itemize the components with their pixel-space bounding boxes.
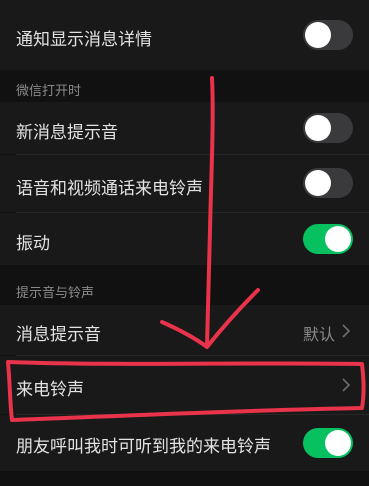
voice-video-ringtone-label: 语音和视频通话来电铃声	[16, 179, 203, 199]
vibrate-toggle[interactable]	[303, 224, 353, 254]
toggle-knob	[325, 226, 351, 252]
voice-video-ringtone-row[interactable]: 语音和视频通话来电铃声	[0, 155, 369, 212]
vibrate-row[interactable]: 振动	[0, 213, 369, 265]
message-sound-value: 默认	[302, 325, 335, 344]
section-title-wechat-open: 微信打开时	[16, 84, 82, 99]
friend-hear-ringtone-row[interactable]: 朋友呼叫我时可听到我的来电铃声	[0, 415, 369, 471]
voice-video-ringtone-toggle[interactable]	[303, 168, 353, 198]
friend-hear-ringtone-label: 朋友呼叫我时可听到我的来电铃声	[16, 437, 271, 457]
notify-details-row[interactable]: 通知显示消息详情	[0, 0, 369, 70]
section-sound-ringtone: 提示音与铃声	[0, 265, 369, 305]
toggle-knob	[305, 170, 331, 196]
notify-details-toggle[interactable]	[303, 20, 353, 50]
new-message-sound-label: 新消息提示音	[16, 123, 118, 143]
new-message-sound-row[interactable]: 新消息提示音	[0, 102, 369, 154]
toggle-knob	[305, 22, 331, 48]
message-sound-label: 消息提示音	[16, 325, 101, 345]
ringtone-row[interactable]: 来电铃声	[0, 356, 369, 414]
chevron-right-icon	[342, 378, 351, 392]
toggle-knob	[325, 430, 351, 456]
vibrate-label: 振动	[16, 234, 50, 254]
section-title-sound-ringtone: 提示音与铃声	[16, 286, 95, 301]
message-sound-row[interactable]: 消息提示音 默认	[0, 305, 369, 355]
section-wechat-open: 微信打开时	[0, 70, 369, 102]
new-message-sound-toggle[interactable]	[303, 113, 353, 143]
toggle-knob	[305, 115, 331, 141]
ringtone-label: 来电铃声	[16, 380, 84, 400]
friend-hear-ringtone-toggle[interactable]	[303, 428, 353, 458]
section-partial	[0, 471, 369, 486]
notify-details-label: 通知显示消息详情	[16, 30, 152, 50]
chevron-right-icon	[342, 324, 351, 338]
